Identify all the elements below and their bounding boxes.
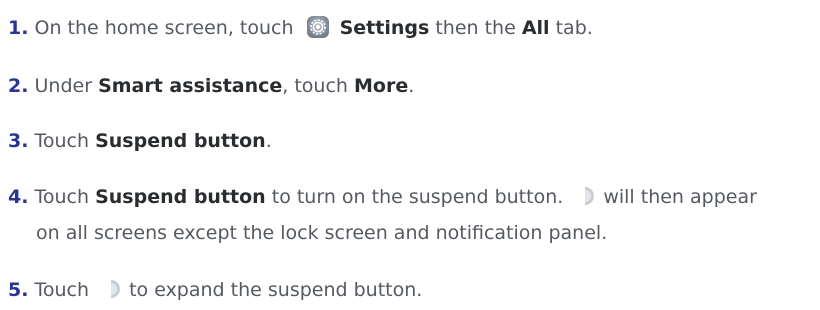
step-number: 3. — [8, 130, 29, 152]
step-text: will then appear — [603, 186, 757, 208]
step-number: 4. — [8, 186, 29, 208]
step-text: . — [265, 130, 272, 152]
step-3: 3. Touch Suspend button. — [8, 129, 272, 153]
suspend-button-label: Suspend button — [95, 186, 266, 208]
step-text: to expand the suspend button. — [129, 279, 423, 301]
step-number: 1. — [8, 17, 29, 39]
suspend-button-icon — [579, 186, 597, 206]
more-label: More — [354, 75, 409, 97]
step-text: Touch — [34, 186, 96, 208]
suspend-button-label: Suspend button — [95, 130, 266, 152]
step-4-continuation: on all screens except the lock screen an… — [36, 222, 608, 244]
step-1: 1. On the home screen, touch Settings th… — [8, 15, 593, 41]
settings-icon — [306, 15, 330, 39]
step-4: 4. Touch Suspend button to turn on the s… — [8, 185, 757, 209]
step-number: 5. — [8, 279, 29, 301]
step-text: Touch — [34, 279, 90, 301]
step-text: Touch — [34, 130, 96, 152]
settings-label: Settings — [339, 17, 430, 39]
smart-assistance-label: Smart assistance — [98, 75, 283, 97]
all-tab-label: All — [521, 17, 550, 39]
step-text: tab. — [549, 17, 593, 39]
step-number: 2. — [8, 75, 29, 97]
suspend-button-icon — [105, 279, 123, 299]
step-text: On the home screen, touch — [34, 17, 294, 39]
step-text: to turn on the suspend button. — [265, 186, 564, 208]
step-text: then the — [429, 17, 522, 39]
step-text: . — [408, 75, 415, 97]
step-2: 2. Under Smart assistance, touch More. — [8, 74, 414, 98]
step-text: , touch — [282, 75, 355, 97]
step-5: 5. Touch to expand the suspend button. — [8, 278, 422, 302]
step-text: Under — [34, 75, 99, 97]
instruction-steps: 1. On the home screen, touch Settings th… — [0, 0, 820, 310]
